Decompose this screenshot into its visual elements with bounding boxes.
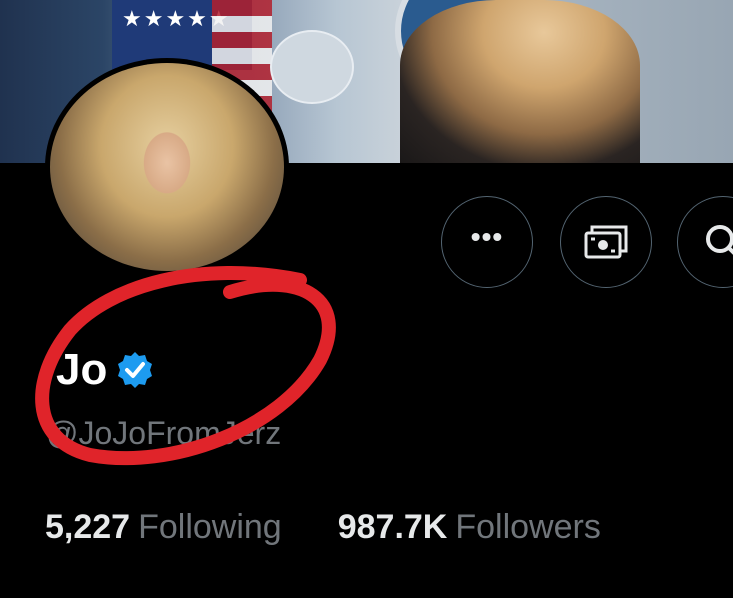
avatar-photo: [50, 63, 284, 271]
display-name: Jo: [56, 345, 108, 394]
profile-handle: @JoJoFromJerz: [46, 415, 282, 451]
verified-badge-icon: [118, 352, 153, 388]
search-button[interactable]: [677, 196, 733, 288]
followers-count: 987.7K: [337, 508, 448, 546]
money-icon: [584, 225, 628, 259]
profile-avatar[interactable]: [45, 58, 289, 276]
display-name-row: Jo: [56, 345, 155, 395]
banner-podium-seal: [270, 30, 354, 104]
banner-person: [400, 0, 640, 163]
profile-stats: 5,227 Following 987.7K Followers: [45, 508, 601, 547]
following-count: 5,227: [45, 508, 131, 546]
search-icon: [706, 225, 733, 255]
followers-link[interactable]: 987.7K Followers: [338, 508, 601, 547]
tip-button[interactable]: [560, 196, 652, 288]
following-link[interactable]: 5,227 Following: [45, 508, 282, 547]
more-horizontal-icon: •••: [470, 221, 504, 252]
followers-label: Followers: [455, 508, 601, 546]
more-button[interactable]: •••: [441, 196, 533, 288]
following-label: Following: [138, 508, 282, 546]
